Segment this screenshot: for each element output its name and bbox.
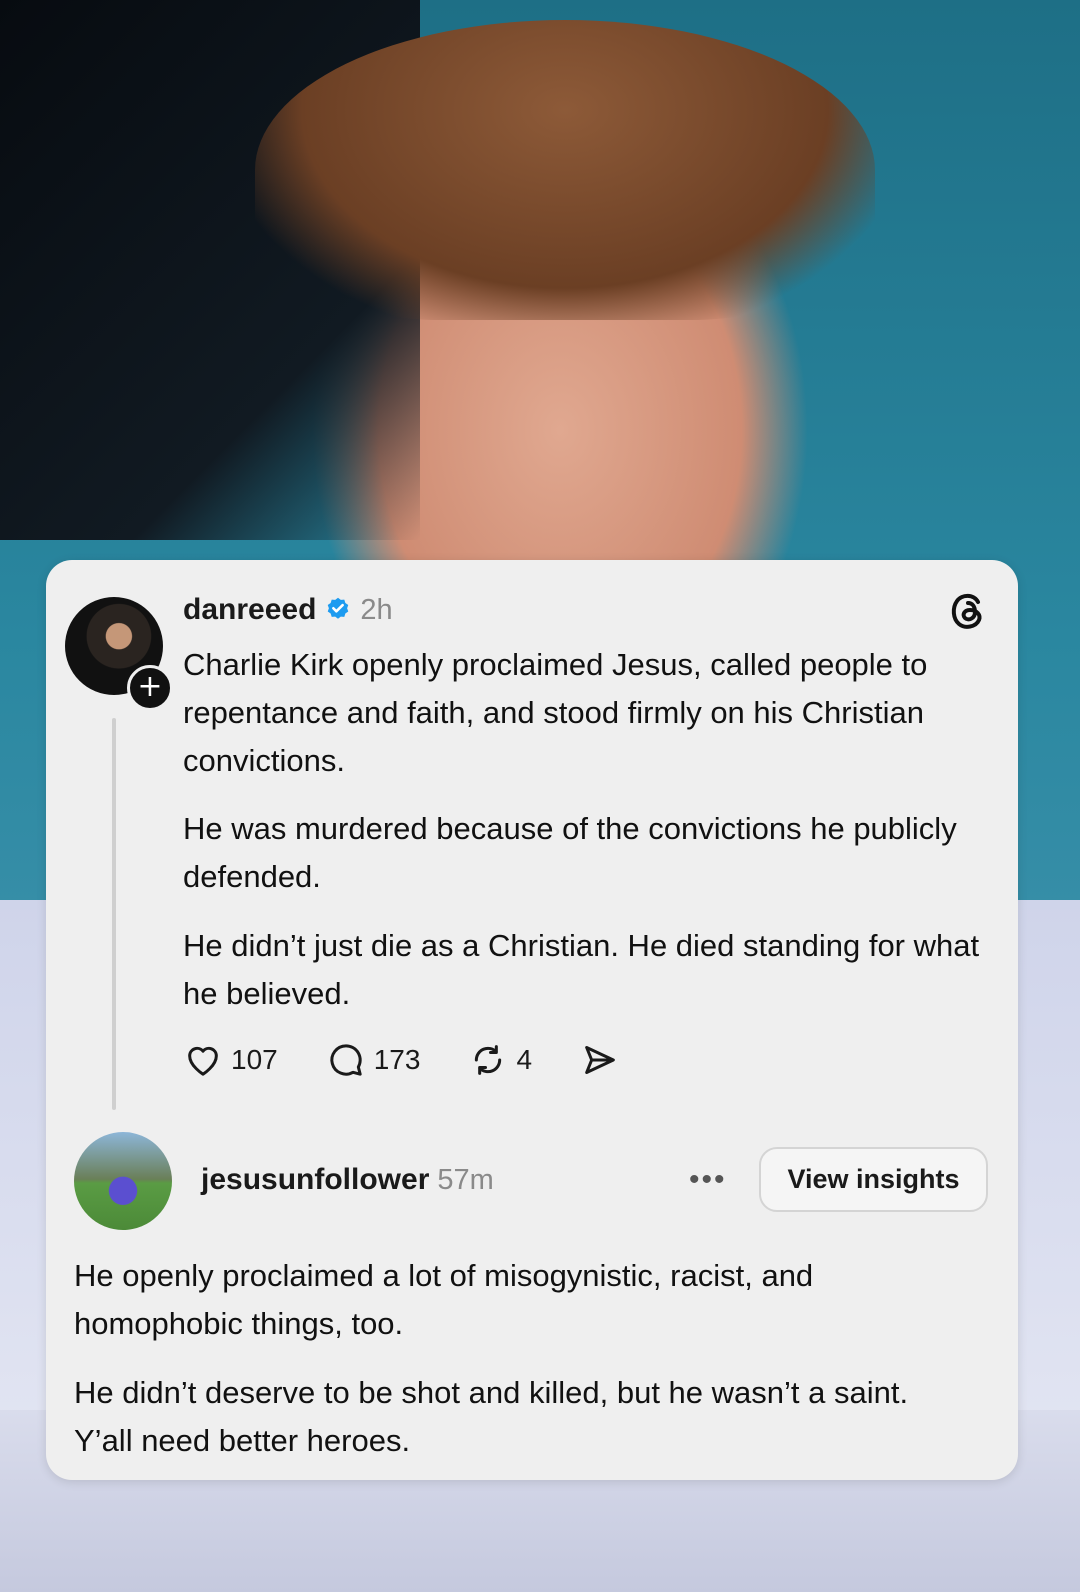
reply-paragraph: He didn’t deserve to be shot and killed,…	[74, 1369, 974, 1465]
post-actions: 107 173 4	[183, 1038, 668, 1082]
avatar-jesusunfollower[interactable]	[74, 1132, 172, 1230]
reply-count: 173	[373, 1044, 421, 1075]
reply-paragraph-2: He didn’t deserve to be shot and killed,…	[74, 1375, 909, 1458]
like-count: 107	[231, 1044, 278, 1075]
post-header: danreeed 2h	[183, 590, 393, 630]
view-insights-button[interactable]: View insights	[759, 1147, 988, 1212]
repost-count: 4	[516, 1044, 533, 1075]
threads-card: + danreeed 2h Charlie Kirk openly procla…	[46, 560, 1018, 1480]
post-paragraph-1: Charlie Kirk openly proclaimed Jesus, ca…	[183, 647, 928, 778]
post-paragraph-2: He was murdered because of the convictio…	[183, 811, 957, 894]
reply-time: 57m	[437, 1163, 494, 1196]
repost-icon	[475, 1045, 502, 1075]
comment-button[interactable]: 173	[326, 1040, 421, 1080]
like-button[interactable]: 107	[183, 1040, 278, 1080]
post-username[interactable]: danreeed	[183, 593, 316, 627]
comment-icon	[330, 1044, 362, 1076]
reply-paragraph: He openly proclaimed a lot of misogynist…	[74, 1252, 974, 1348]
heart-icon	[188, 1046, 218, 1076]
reply-paragraph-1: He openly proclaimed a lot of misogynist…	[74, 1258, 814, 1341]
post-paragraph: He didn’t just die as a Christian. He di…	[183, 922, 1003, 1018]
repost-button[interactable]: 4	[468, 1040, 532, 1080]
post-time: 2h	[360, 593, 393, 626]
more-icon[interactable]: •••	[689, 1160, 727, 1200]
reply-header: jesusunfollower 57m	[201, 1158, 494, 1202]
verified-badge-icon	[328, 597, 349, 619]
follow-plus-icon[interactable]: +	[127, 665, 173, 711]
post-paragraph: He was murdered because of the convictio…	[183, 805, 1003, 901]
background-hair	[255, 20, 875, 320]
post-paragraph: Charlie Kirk openly proclaimed Jesus, ca…	[183, 641, 1003, 785]
post-paragraph-3: He didn’t just die as a Christian. He di…	[183, 928, 980, 1011]
send-icon	[585, 1046, 615, 1074]
threads-logo-icon	[951, 593, 982, 629]
reply-username[interactable]: jesusunfollower	[201, 1163, 429, 1197]
thread-line	[112, 718, 116, 1110]
share-button[interactable]	[580, 1040, 620, 1080]
